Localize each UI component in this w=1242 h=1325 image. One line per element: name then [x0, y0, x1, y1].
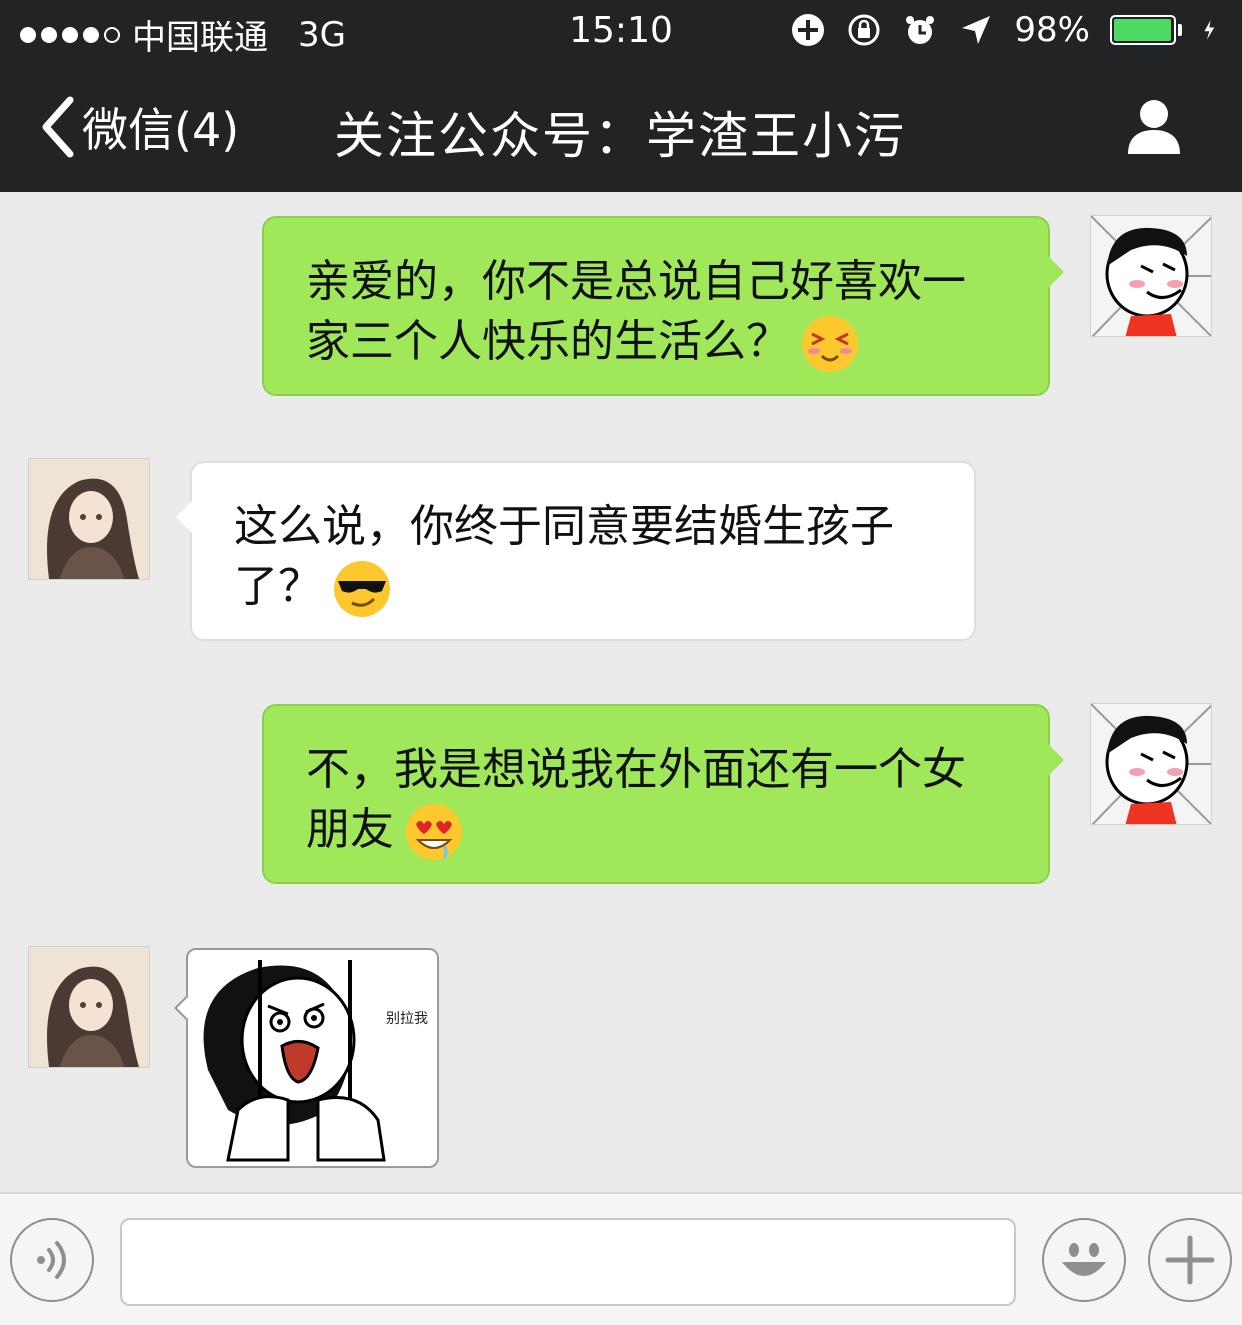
location-arrow-icon — [962, 16, 991, 44]
battery-percent: 98% — [1014, 10, 1090, 50]
rage-face-sticker-icon — [203, 960, 386, 1162]
anime-girl-avatar-icon — [29, 459, 149, 579]
voice-button[interactable] — [10, 1218, 94, 1302]
message-bubble-sent[interactable]: 亲爱的，你不是总说自己好喜欢一家三个人快乐的生活么？ — [262, 216, 1064, 396]
sticker-caption: 别拉我 — [386, 1011, 428, 1027]
emoji-icon — [1062, 1243, 1106, 1276]
message-bubble-sent[interactable]: 不，我是想说我在外面还有一个女朋友 — [262, 704, 1064, 884]
status-right: 98% — [790, 10, 1224, 50]
orientation-lock-icon — [848, 14, 880, 46]
voice-icon — [37, 1241, 66, 1279]
back-label: 微信(4) — [82, 103, 240, 157]
sticker-message[interactable]: 别拉我 — [174, 948, 439, 1168]
contact-avatar[interactable] — [28, 458, 150, 580]
contact-profile-icon[interactable] — [1124, 96, 1184, 156]
cartoon-avatar-icon — [1091, 216, 1211, 336]
contact-avatar[interactable] — [28, 946, 150, 1068]
my-avatar[interactable] — [1090, 703, 1212, 825]
chat-title: 关注公众号：学渣王小污 — [334, 107, 906, 165]
message-bubble-received[interactable]: 这么说，你终于同意要结婚生孩子了？ — [176, 461, 976, 641]
more-button[interactable] — [1148, 1218, 1232, 1302]
message-text: 亲爱的，你不是总说自己好喜欢一家三个人快乐的生活么？ — [306, 256, 966, 367]
sunglasses-face-emoji — [334, 561, 390, 617]
message-input[interactable] — [120, 1218, 1016, 1306]
alarm-icon — [906, 16, 935, 44]
header: 中国联通 3G 15:10 98% 微信(4) 关注公众号：学渣王小污 — [0, 0, 1242, 192]
anime-girl-avatar-icon — [29, 947, 149, 1067]
emoji-button[interactable] — [1042, 1218, 1126, 1302]
back-button[interactable]: 微信(4) — [40, 94, 239, 160]
input-bar — [0, 1192, 1242, 1325]
plus-icon — [1165, 1235, 1215, 1285]
rotation-lock-icon — [792, 14, 825, 46]
chevron-left-icon — [42, 96, 74, 158]
status-bar: 中国联通 3G 15:10 98% — [0, 0, 1242, 64]
nav-bar: 微信(4) 关注公众号：学渣王小污 — [0, 64, 1242, 192]
heart-eyes-drool-emoji — [406, 804, 462, 860]
squinting-face-emoji — [802, 316, 858, 372]
charging-icon — [1204, 20, 1215, 40]
cartoon-avatar-icon — [1091, 704, 1211, 824]
battery-icon — [1110, 15, 1182, 45]
my-avatar[interactable] — [1090, 215, 1212, 337]
